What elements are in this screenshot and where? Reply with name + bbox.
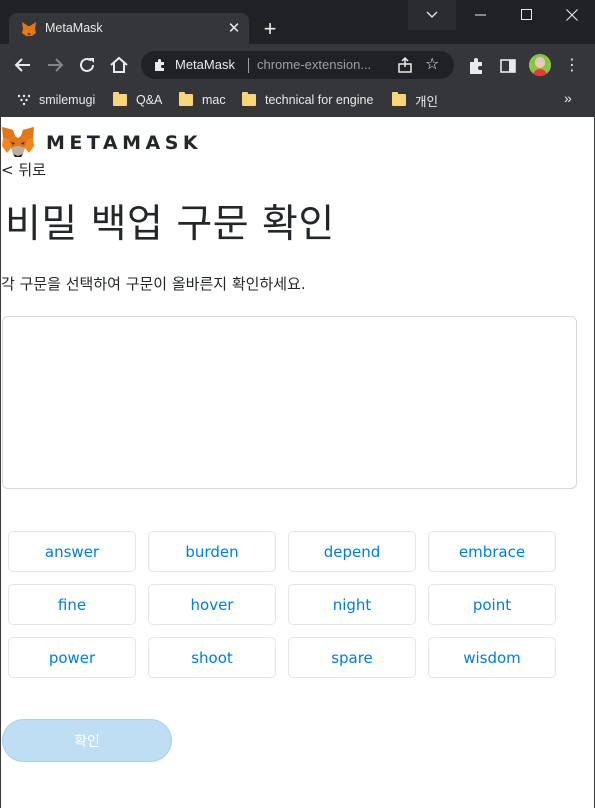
bookmark-technical-for-engine[interactable]: technical for engine [242,89,373,111]
apps-grid-icon [17,94,31,106]
folder-icon [242,92,256,106]
extensions-puzzle-icon[interactable] [466,56,486,76]
close-icon[interactable]: ✕ [225,19,243,37]
bookmark-label: mac [202,93,226,107]
word-options-grid: answer burden depend embrace fine hover … [8,531,568,679]
extension-puzzle-icon [155,59,164,71]
divider [248,58,249,73]
word-option-fine[interactable]: fine [8,584,136,625]
url-text[interactable]: chrome-extension... [257,57,371,72]
word-option-night[interactable]: night [288,584,416,625]
tab-strip: MetaMask ✕ + [0,0,595,44]
word-option-shoot[interactable]: shoot [148,637,276,678]
brand-wordmark: METAMASK [46,132,203,154]
phrase-drop-area[interactable] [2,316,577,489]
profile-avatar[interactable] [529,54,551,76]
address-bar[interactable]: MetaMask chrome-extension... ☆ [141,51,454,79]
word-option-depend[interactable]: depend [288,531,416,572]
tab-search-chevron-icon[interactable] [408,0,456,30]
maximize-icon[interactable] [503,0,549,30]
page-content: METAMASK < 뒤로 비밀 백업 구문 확인 각 구문을 선택하여 구문이… [0,117,595,808]
word-option-hover[interactable]: hover [148,584,276,625]
page-title: 비밀 백업 구문 확인 [5,202,335,247]
instruction-text: 각 구문을 선택하여 구문이 올바른지 확인하세요. [1,275,306,293]
reload-icon[interactable] [75,53,99,77]
word-option-spare[interactable]: spare [288,637,416,678]
bookmark-personal[interactable]: 개인 [392,89,438,111]
word-option-answer[interactable]: answer [8,531,136,572]
bookmark-label: technical for engine [265,93,374,107]
word-option-embrace[interactable]: embrace [428,531,556,572]
metamask-fox-icon [22,22,36,36]
browser-chrome: MetaMask ✕ + MetaMask chrome-extension..… [0,0,595,117]
forward-arrow-icon[interactable] [43,53,67,77]
bookmark-mac[interactable]: mac [179,89,226,111]
new-tab-button[interactable]: + [258,17,282,41]
bookmarks-bar: smilemugi Q&A mac technical for engine 개… [0,86,595,116]
back-link[interactable]: < 뒤로 [1,159,46,180]
tab-metamask[interactable]: MetaMask ✕ [9,13,249,44]
minimize-icon[interactable] [457,0,503,30]
star-icon[interactable]: ☆ [425,55,443,73]
bookmark-smilemugi[interactable]: smilemugi [17,89,95,111]
word-option-burden[interactable]: burden [148,531,276,572]
folder-icon [392,92,406,106]
bookmark-label: 개인 [415,94,439,109]
word-option-wisdom[interactable]: wisdom [428,637,556,678]
bookmark-qa[interactable]: Q&A [113,89,162,111]
word-option-power[interactable]: power [8,637,136,678]
side-panel-icon[interactable] [498,56,518,76]
folder-icon [113,92,127,106]
window-close-icon[interactable] [549,0,595,30]
bookmark-label: Q&A [136,93,163,107]
folder-icon [179,92,193,106]
confirm-button[interactable]: 확인 [2,719,172,762]
site-label: MetaMask [175,57,235,72]
bookmarks-overflow-icon[interactable]: » [564,90,572,106]
share-icon[interactable] [396,56,414,74]
tab-title: MetaMask [45,21,103,35]
more-menu-icon[interactable]: ⋮ [564,55,580,75]
bookmark-label: smilemugi [39,93,96,107]
metamask-fox-icon [2,127,34,157]
word-option-point[interactable]: point [428,584,556,625]
back-arrow-icon[interactable] [11,53,35,77]
home-icon[interactable] [107,53,131,77]
